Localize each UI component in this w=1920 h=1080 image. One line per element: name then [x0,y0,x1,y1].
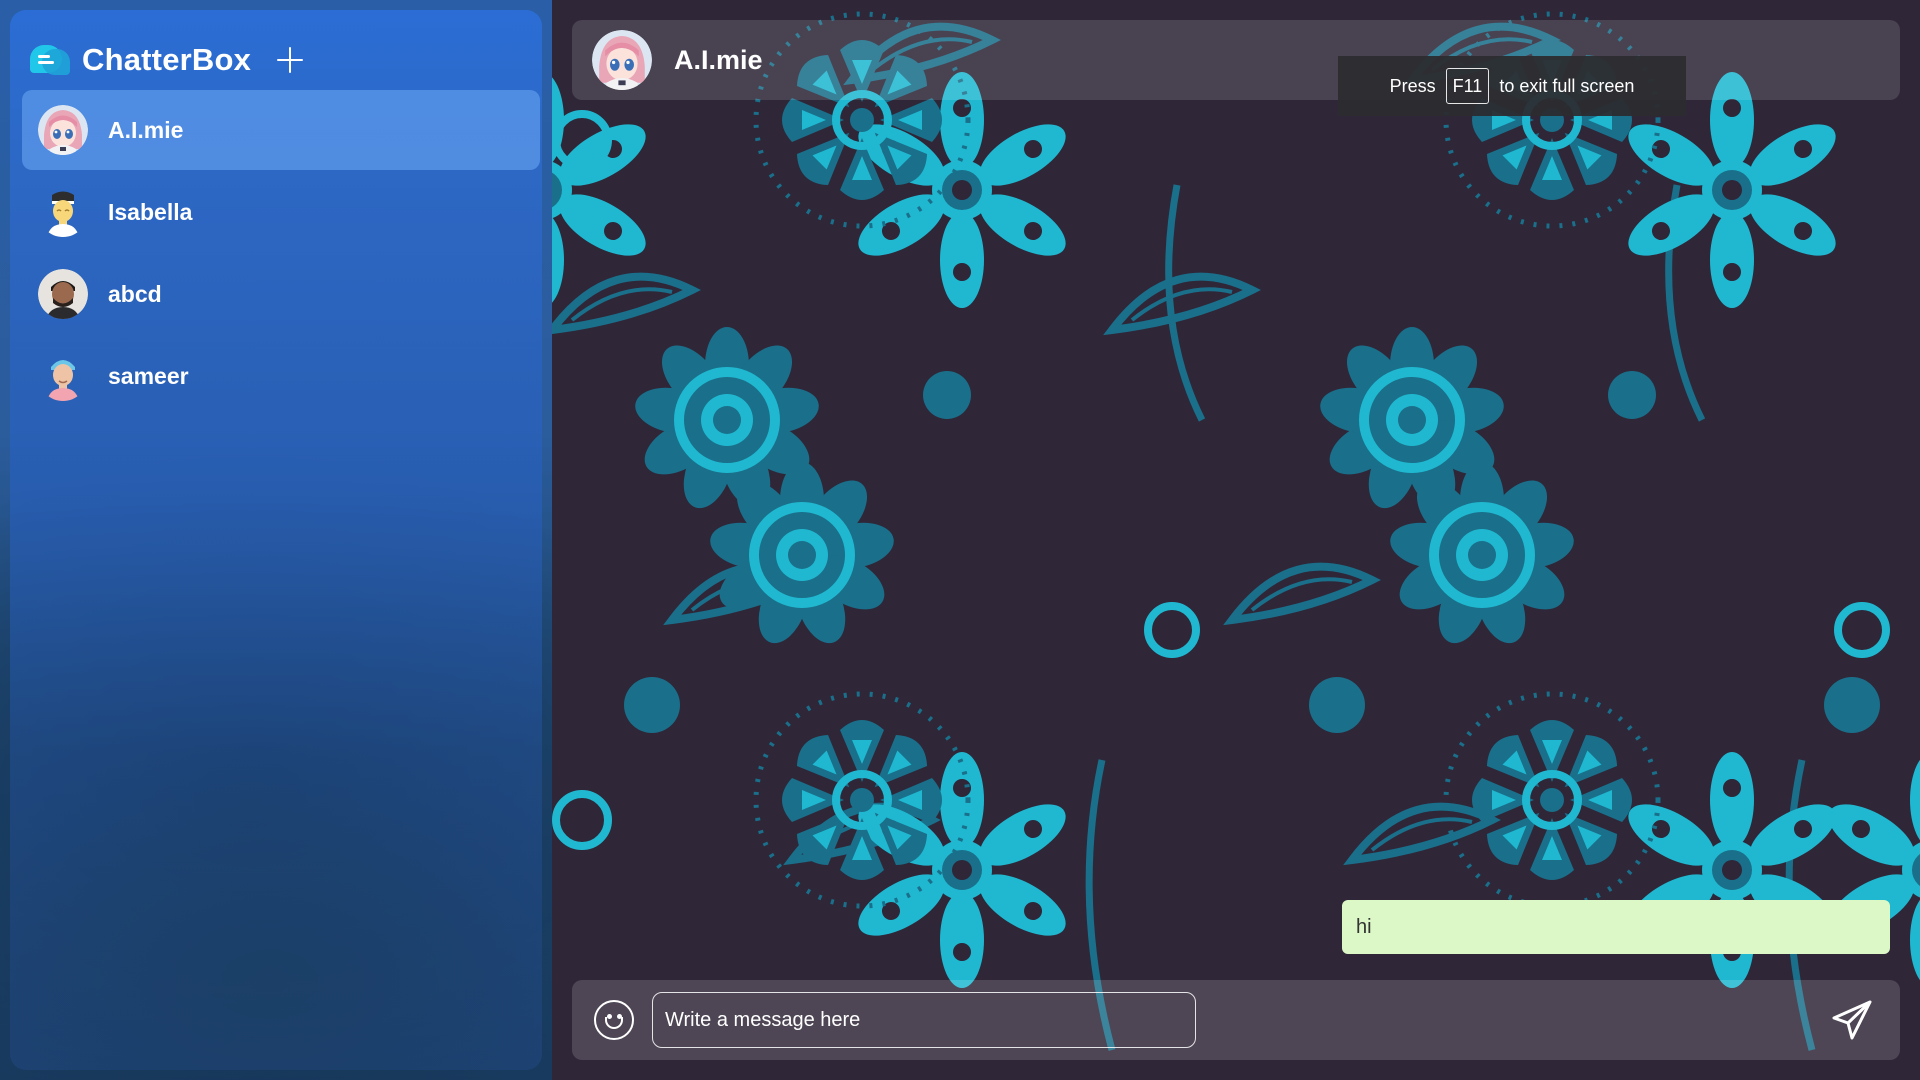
contact-list: A.I.mie Isabella abcd sameer [22,90,540,418]
brand: ChatterBox [30,34,305,86]
smiley-icon[interactable] [594,1000,634,1040]
contact-name: sameer [108,362,189,389]
f11-key-label: F11 [1445,68,1490,104]
outgoing-message: hi [1342,900,1890,954]
app-title: ChatterBox [82,42,252,77]
chat-bubbles-logo-icon [30,41,72,79]
photo-avatar-icon [38,269,88,319]
message-input[interactable] [652,992,1196,1048]
contact-item-sameer[interactable]: sameer [22,336,540,416]
person-avatar-icon [38,351,88,401]
chat-panel: A.I.mie Press F11 to exit full screen hi [552,0,1920,1080]
contact-item-aimie[interactable]: A.I.mie [22,90,540,170]
contact-name: Isabella [108,198,193,225]
fullscreen-notice: Press F11 to exit full screen [1338,56,1686,116]
fullscreen-notice-suffix: to exit full screen [1499,75,1635,96]
message-composer [572,980,1900,1060]
anime-girl-avatar-icon [38,105,88,155]
message-text: hi [1356,915,1372,938]
contact-name: abcd [108,280,162,307]
chat-header: A.I.mie [572,20,1900,100]
person-avatar-icon [38,187,88,237]
chat-contact-name: A.I.mie [674,44,763,75]
plus-icon[interactable] [275,45,305,75]
sidebar: ChatterBox A.I.mie Isabella abcd sameer [10,10,542,1070]
contact-item-abcd[interactable]: abcd [22,254,540,334]
anime-girl-avatar-icon[interactable] [592,30,652,90]
send-icon[interactable] [1830,998,1874,1042]
contact-item-isabella[interactable]: Isabella [22,172,540,252]
contact-name: A.I.mie [108,116,184,143]
fullscreen-notice-prefix: Press [1389,75,1436,96]
